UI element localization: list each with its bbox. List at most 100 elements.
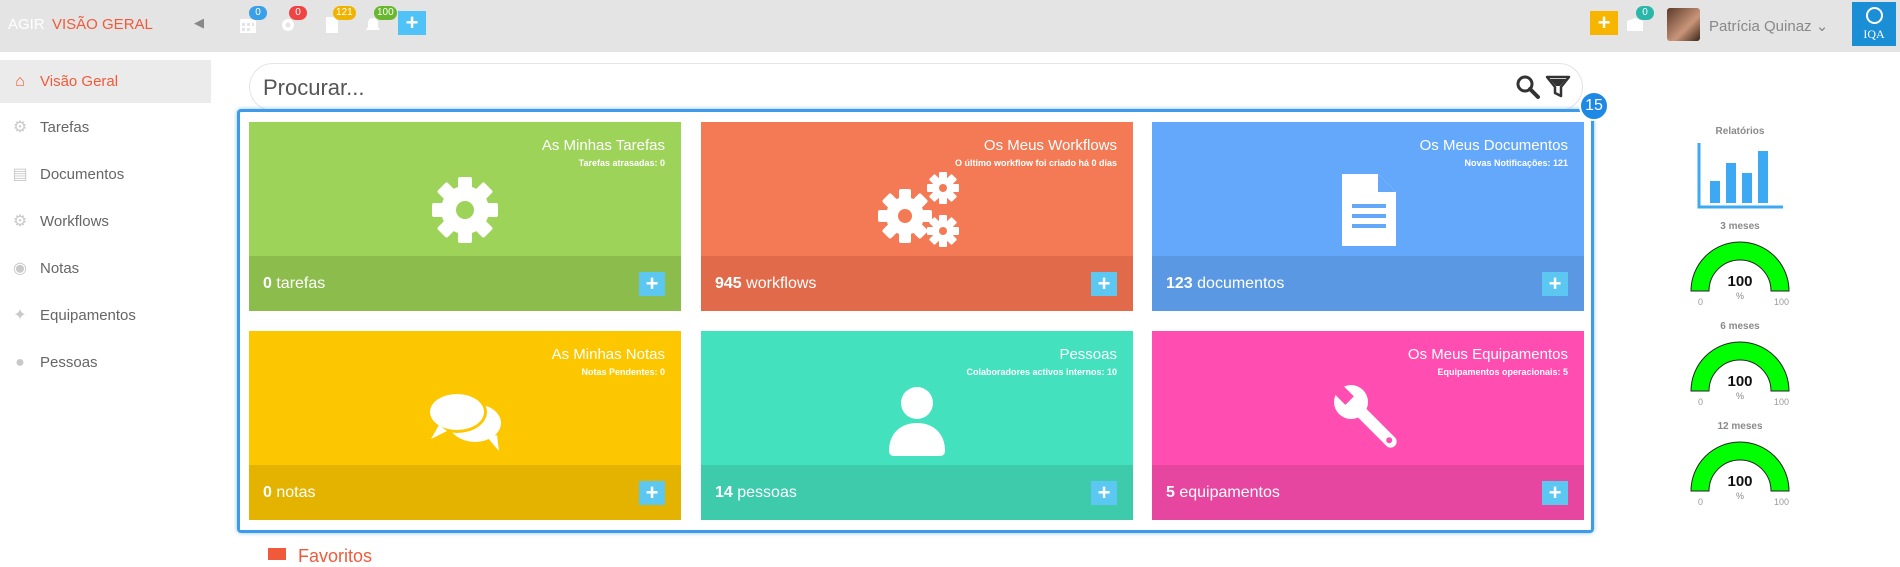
star-icon: [268, 548, 286, 560]
card-notas[interactable]: As Minhas Notas Notas Pendentes: 0 0 not…: [249, 331, 681, 520]
card-count: 0 notas: [263, 484, 316, 501]
user-icon: ●: [15, 354, 25, 371]
card-footer: 123 documentos +: [1152, 256, 1584, 311]
card-subtitle: Notas Pendentes: 0: [581, 367, 665, 377]
user-icon: [889, 387, 945, 456]
sidebar-item-label: Documentos: [40, 166, 125, 183]
user-name: Patrícia Quinaz: [1709, 18, 1812, 35]
tasks-icon[interactable]: 0: [277, 6, 307, 35]
card-title: Pessoas: [1059, 346, 1117, 363]
sidebar-item-label: Pessoas: [40, 354, 98, 371]
sidebar-item-documentos[interactable]: ▤ Documentos: [0, 154, 211, 201]
sidebar-item-label: Equipamentos: [40, 307, 136, 324]
gear-icon: [432, 177, 498, 243]
calendar-badge: 0: [249, 6, 267, 20]
sidebar-item-label: Visão Geral: [40, 73, 119, 90]
add-equipment-button[interactable]: +: [1542, 481, 1568, 505]
documents-icon[interactable]: 121: [321, 6, 356, 35]
card-title: Os Meus Equipamentos: [1407, 346, 1568, 363]
card-count: 123 documentos: [1166, 275, 1285, 292]
brand-prefix: AGIR: [8, 16, 45, 33]
gauge-min-label: 0: [1698, 497, 1704, 507]
search-input[interactable]: Procurar...: [263, 75, 364, 101]
sidebar-item-workflows[interactable]: ⚙ Workflows: [0, 201, 211, 248]
card-footer: 0 tarefas +: [249, 256, 681, 311]
card-count: 945 workflows: [715, 275, 817, 292]
top-bar: AGIR VISÃO GERAL ◀ 0 0 121 100 + + 0 Pat…: [0, 0, 1900, 52]
gauge-value: 100: [1727, 373, 1753, 390]
add-task-button[interactable]: +: [639, 272, 665, 296]
reports-label: Relatórios: [1715, 126, 1765, 137]
sidebar-item-tarefas[interactable]: ⚙ Tarefas: [0, 107, 211, 154]
card-footer: 14 pessoas +: [701, 465, 1133, 520]
card-footer: 945 workflows +: [701, 256, 1133, 311]
messages-icon[interactable]: 0: [1624, 6, 1654, 35]
sidebar: ⌂ Visão Geral ⚙ Tarefas ▤ Documentos ⚙ W…: [0, 60, 211, 389]
add-document-button[interactable]: +: [1542, 272, 1568, 296]
card-equipamentos[interactable]: Os Meus Equipamentos Equipamentos operac…: [1152, 331, 1584, 520]
step-badge: 15: [1579, 91, 1609, 121]
sidebar-item-label: Tarefas: [40, 119, 90, 136]
gauge-max-label: 100: [1774, 397, 1790, 407]
collapse-sidebar-icon[interactable]: ◀: [194, 15, 204, 31]
home-icon: ⌂: [15, 73, 25, 90]
sidebar-item-visao-geral[interactable]: ⌂ Visão Geral: [0, 60, 211, 103]
sidebar-item-notas[interactable]: ◉ Notas: [0, 248, 211, 295]
gauge-value: 100: [1727, 473, 1753, 490]
card-subtitle: Colaboradores activos internos: 10: [966, 367, 1117, 377]
filter-icon[interactable]: [1545, 74, 1571, 100]
card-footer: 0 notas +: [249, 465, 681, 520]
bell-icon[interactable]: 100: [362, 6, 397, 35]
gauge-min-label: 0: [1698, 297, 1704, 307]
card-title: As Minhas Notas: [551, 346, 665, 363]
card-subtitle: Tarefas atrasadas: 0: [578, 158, 665, 168]
wrench-icon: [1332, 383, 1397, 448]
company-logo: IQA: [1852, 2, 1896, 46]
add-button[interactable]: +: [398, 11, 426, 35]
add-person-button[interactable]: +: [1091, 481, 1117, 505]
messages-badge: 0: [1636, 6, 1654, 20]
tasks-badge: 0: [289, 6, 307, 20]
card-footer: 5 equipamentos +: [1152, 465, 1584, 520]
avatar[interactable]: [1667, 8, 1700, 41]
calendar-icon[interactable]: 0: [237, 6, 267, 35]
gauge-max-label: 100: [1774, 497, 1790, 507]
card-count: 14 pessoas: [715, 484, 797, 501]
card-title: Os Meus Workflows: [983, 137, 1117, 154]
card-workflows[interactable]: Os Meus Workflows O último workflow foi …: [701, 122, 1133, 311]
gears-icon: [878, 172, 959, 247]
chevron-down-icon: ⌄: [1815, 18, 1829, 35]
sidebar-item-pessoas[interactable]: ● Pessoas: [0, 342, 211, 389]
card-count: 5 equipamentos: [1166, 484, 1280, 501]
gauge-max-label: 100: [1774, 297, 1790, 307]
document-icon: ▤: [12, 166, 28, 183]
gauge-period-label: 12 meses: [1717, 421, 1763, 432]
card-documentos[interactable]: Os Meus Documentos Novas Notificações: 1…: [1152, 122, 1584, 311]
card-count: 0 tarefas: [263, 275, 326, 292]
add-quick-button[interactable]: +: [1590, 11, 1618, 35]
sidebar-item-label: Workflows: [40, 213, 109, 230]
gauge-period-label: 3 meses: [1720, 221, 1760, 232]
wrench-icon: ✦: [13, 307, 27, 324]
sidebar-item-equipamentos[interactable]: ✦ Equipamentos: [0, 295, 211, 342]
card-title: As Minhas Tarefas: [541, 137, 665, 154]
card-tarefas[interactable]: As Minhas Tarefas Tarefas atrasadas: 0 0…: [249, 122, 681, 311]
add-workflow-button[interactable]: +: [1091, 272, 1117, 296]
search-bar[interactable]: Procurar...: [249, 63, 1583, 111]
logo-emblem-icon: [1866, 7, 1883, 24]
card-subtitle: O último workflow foi criado há 0 dias: [954, 158, 1117, 168]
add-note-button[interactable]: +: [639, 481, 665, 505]
bar-chart-icon[interactable]: [1696, 141, 1786, 211]
card-title: Os Meus Documentos: [1419, 137, 1568, 154]
gear-icon: ⚙: [12, 119, 28, 136]
sidebar-item-label: Notas: [40, 260, 80, 277]
gauge-min-label: 0: [1698, 397, 1704, 407]
document-icon: [1342, 174, 1396, 246]
card-pessoas[interactable]: Pessoas Colaboradores activos internos: …: [701, 331, 1133, 520]
user-menu[interactable]: Patrícia Quinaz ⌄: [1709, 17, 1828, 35]
gauge-period-label: 6 meses: [1720, 321, 1760, 332]
search-icon[interactable]: [1515, 74, 1541, 100]
gauge-value: 100: [1727, 273, 1753, 290]
page-title: VISÃO GERAL: [52, 16, 153, 33]
gears-icon: ⚙: [12, 213, 28, 230]
